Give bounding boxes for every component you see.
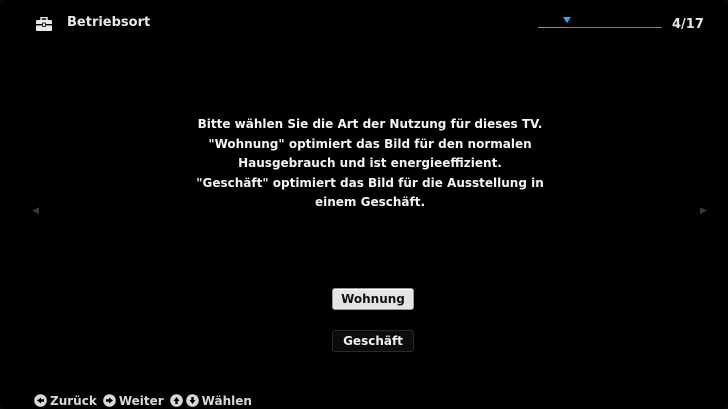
progress-fill: [538, 27, 567, 28]
screen-title: Betriebsort: [67, 15, 151, 30]
progress-marker-icon: [562, 17, 571, 23]
description-line: einem Geschäft.: [314, 195, 425, 209]
toolbox-icon: [36, 17, 52, 31]
page-counter: 4/17: [672, 17, 704, 32]
option-label: Geschäft: [343, 334, 403, 348]
description-line: "Geschäft" optimiert das Bild für die Au…: [196, 175, 544, 190]
description-line: Hausgebrauch und ist energieeffizient.: [238, 156, 502, 170]
setup-progress-bar: [538, 17, 662, 32]
tv-setup-screen: Betriebsort 4/17 ◀ ▶ Bitte wählen Sie di…: [0, 0, 728, 409]
header: Betriebsort 4/17: [0, 0, 728, 40]
description-text: Bitte wählen Sie die Art der Nutzung für…: [160, 115, 580, 213]
description-line: Bitte wählen Sie die Art der Nutzung für…: [197, 117, 543, 131]
option-wohnung-button[interactable]: Wohnung: [332, 288, 414, 310]
back-hint: Zurück: [34, 394, 97, 408]
back-label: Zurück: [50, 393, 97, 408]
option-geschaeft-button[interactable]: Geschäft: [332, 330, 414, 352]
next-label: Weiter: [118, 393, 164, 408]
description-line: "Wohnung" optimiert das Bild für den nor…: [208, 136, 532, 151]
option-label: Wohnung: [341, 292, 405, 306]
next-button-icon: [103, 394, 116, 407]
select-hint: Wählen: [169, 393, 252, 408]
select-label: Wählen: [201, 393, 252, 408]
down-button-icon: [185, 394, 199, 407]
left-arrow-icon: ◀: [32, 206, 39, 216]
right-arrow-icon: ▶: [700, 206, 707, 216]
up-button-icon: [169, 394, 183, 407]
back-button-icon: [34, 394, 47, 407]
next-hint: Weiter: [103, 394, 164, 408]
footer-hints: Zurück Weiter Wählen: [34, 392, 252, 409]
